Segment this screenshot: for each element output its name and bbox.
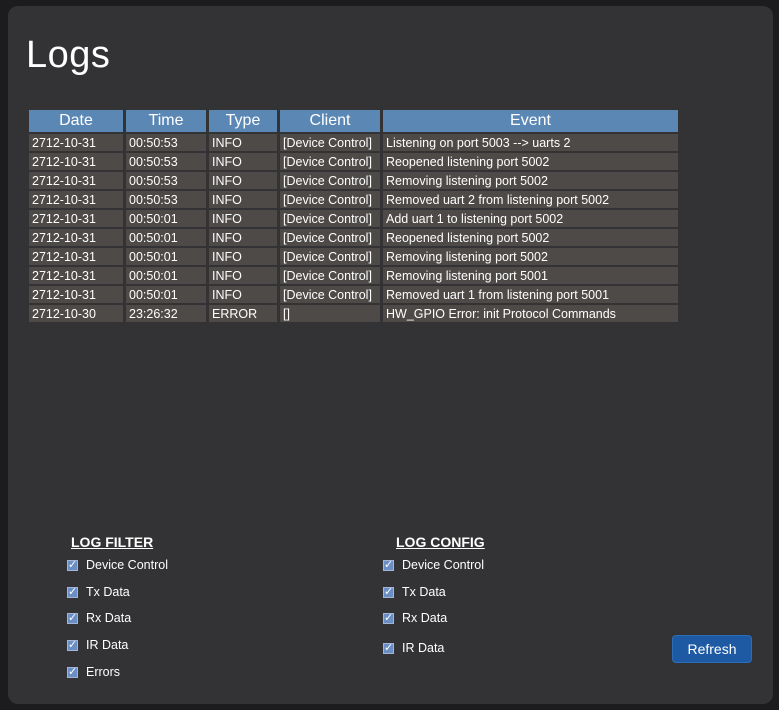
cell-event: HW_GPIO Error: init Protocol Commands bbox=[383, 305, 678, 322]
cell-type: INFO bbox=[209, 248, 277, 265]
checkbox-label: Tx Data bbox=[86, 585, 130, 599]
cell-client: [Device Control] bbox=[280, 210, 380, 227]
cell-date: 2712-10-31 bbox=[29, 191, 123, 208]
column-header-type[interactable]: Type bbox=[209, 110, 277, 132]
column-header-client[interactable]: Client bbox=[280, 110, 380, 132]
log-filter-ir-data[interactable]: IR Data bbox=[67, 638, 128, 652]
cell-type: INFO bbox=[209, 210, 277, 227]
checkbox-checked-icon[interactable] bbox=[67, 585, 78, 598]
table-row: 2712-10-31 00:50:53 INFO [Device Control… bbox=[29, 153, 678, 170]
table-header-row: Date Time Type Client Event bbox=[29, 110, 678, 132]
cell-time: 00:50:53 bbox=[126, 191, 206, 208]
cell-date: 2712-10-31 bbox=[29, 229, 123, 246]
checkbox-checked-icon[interactable] bbox=[383, 585, 394, 598]
cell-date: 2712-10-31 bbox=[29, 248, 123, 265]
cell-client: [Device Control] bbox=[280, 229, 380, 246]
checkbox-label: IR Data bbox=[86, 638, 129, 652]
table-row: 2712-10-31 00:50:01 INFO [Device Control… bbox=[29, 229, 678, 246]
checkbox-checked-icon[interactable] bbox=[67, 638, 78, 651]
log-config-ir-data[interactable]: IR Data bbox=[383, 641, 444, 655]
cell-time: 00:50:53 bbox=[126, 134, 206, 151]
checkbox-label: Rx Data bbox=[86, 611, 132, 625]
checkbox-label: Device Control bbox=[402, 558, 484, 572]
cell-date: 2712-10-31 bbox=[29, 172, 123, 189]
column-header-event[interactable]: Event bbox=[383, 110, 678, 132]
table-row: 2712-10-30 23:26:32 ERROR [] HW_GPIO Err… bbox=[29, 305, 678, 322]
cell-type: INFO bbox=[209, 134, 277, 151]
cell-event: Removed uart 2 from listening port 5002 bbox=[383, 191, 678, 208]
cell-event: Reopened listening port 5002 bbox=[383, 229, 678, 246]
cell-event: Add uart 1 to listening port 5002 bbox=[383, 210, 678, 227]
checkbox-checked-icon[interactable] bbox=[67, 558, 78, 571]
cell-type: INFO bbox=[209, 172, 277, 189]
log-filter-tx-data[interactable]: Tx Data bbox=[67, 585, 130, 599]
log-filter-title: LOG FILTER bbox=[71, 534, 154, 550]
cell-time: 00:50:01 bbox=[126, 286, 206, 303]
cell-date: 2712-10-31 bbox=[29, 210, 123, 227]
cell-event: Removing listening port 5002 bbox=[383, 248, 678, 265]
cell-date: 2712-10-31 bbox=[29, 286, 123, 303]
log-filter-device-control[interactable]: Device Control bbox=[67, 558, 168, 572]
checkbox-checked-icon[interactable] bbox=[383, 558, 394, 571]
table-row: 2712-10-31 00:50:01 INFO [Device Control… bbox=[29, 267, 678, 284]
cell-client: [Device Control] bbox=[280, 172, 380, 189]
log-config-device-control[interactable]: Device Control bbox=[383, 558, 484, 572]
cell-type: INFO bbox=[209, 286, 277, 303]
cell-time: 00:50:01 bbox=[126, 267, 206, 284]
log-filter-rx-data[interactable]: Rx Data bbox=[67, 611, 131, 625]
checkbox-checked-icon[interactable] bbox=[383, 611, 394, 624]
cell-type: INFO bbox=[209, 153, 277, 170]
cell-time: 00:50:53 bbox=[126, 153, 206, 170]
cell-client: [Device Control] bbox=[280, 134, 380, 151]
cell-event: Removing listening port 5002 bbox=[383, 172, 678, 189]
column-header-date[interactable]: Date bbox=[29, 110, 123, 132]
checkbox-label: Tx Data bbox=[402, 585, 446, 599]
log-config-tx-data[interactable]: Tx Data bbox=[383, 585, 446, 599]
page-title: Logs bbox=[26, 34, 111, 76]
cell-time: 00:50:01 bbox=[126, 229, 206, 246]
log-filter-errors[interactable]: Errors bbox=[67, 665, 120, 679]
checkbox-checked-icon[interactable] bbox=[383, 641, 394, 654]
cell-type: INFO bbox=[209, 229, 277, 246]
cell-client: [Device Control] bbox=[280, 267, 380, 284]
cell-event: Removed uart 1 from listening port 5001 bbox=[383, 286, 678, 303]
cell-client: [Device Control] bbox=[280, 191, 380, 208]
log-config-title: LOG CONFIG bbox=[396, 534, 485, 550]
cell-event: Reopened listening port 5002 bbox=[383, 153, 678, 170]
cell-event: Removing listening port 5001 bbox=[383, 267, 678, 284]
cell-time: 00:50:01 bbox=[126, 248, 206, 265]
table-row: 2712-10-31 00:50:01 INFO [Device Control… bbox=[29, 210, 678, 227]
checkbox-label: IR Data bbox=[402, 641, 445, 655]
cell-type: ERROR bbox=[209, 305, 277, 322]
checkbox-label: Device Control bbox=[86, 558, 168, 572]
checkbox-checked-icon[interactable] bbox=[67, 665, 78, 678]
table-row: 2712-10-31 00:50:01 INFO [Device Control… bbox=[29, 286, 678, 303]
cell-date: 2712-10-31 bbox=[29, 153, 123, 170]
checkbox-checked-icon[interactable] bbox=[67, 611, 78, 624]
table-row: 2712-10-31 00:50:01 INFO [Device Control… bbox=[29, 248, 678, 265]
cell-client: [Device Control] bbox=[280, 286, 380, 303]
cell-type: INFO bbox=[209, 191, 277, 208]
cell-time: 23:26:32 bbox=[126, 305, 206, 322]
logs-table: Date Time Type Client Event 2712-10-31 0… bbox=[26, 108, 681, 324]
cell-client: [Device Control] bbox=[280, 248, 380, 265]
cell-time: 00:50:53 bbox=[126, 172, 206, 189]
cell-time: 00:50:01 bbox=[126, 210, 206, 227]
cell-type: INFO bbox=[209, 267, 277, 284]
table-row: 2712-10-31 00:50:53 INFO [Device Control… bbox=[29, 172, 678, 189]
column-header-time[interactable]: Time bbox=[126, 110, 206, 132]
refresh-button[interactable]: Refresh bbox=[672, 635, 752, 663]
table-row: 2712-10-31 00:50:53 INFO [Device Control… bbox=[29, 191, 678, 208]
cell-client: [Device Control] bbox=[280, 153, 380, 170]
log-config-rx-data[interactable]: Rx Data bbox=[383, 611, 447, 625]
cell-client: [] bbox=[280, 305, 380, 322]
checkbox-label: Rx Data bbox=[402, 611, 448, 625]
cell-date: 2712-10-31 bbox=[29, 134, 123, 151]
cell-date: 2712-10-30 bbox=[29, 305, 123, 322]
table-row: 2712-10-31 00:50:53 INFO [Device Control… bbox=[29, 134, 678, 151]
logs-panel: Logs Date Time Type Client Event 2712-10… bbox=[8, 6, 773, 704]
cell-event: Listening on port 5003 --> uarts 2 bbox=[383, 134, 678, 151]
cell-date: 2712-10-31 bbox=[29, 267, 123, 284]
checkbox-label: Errors bbox=[86, 665, 121, 679]
